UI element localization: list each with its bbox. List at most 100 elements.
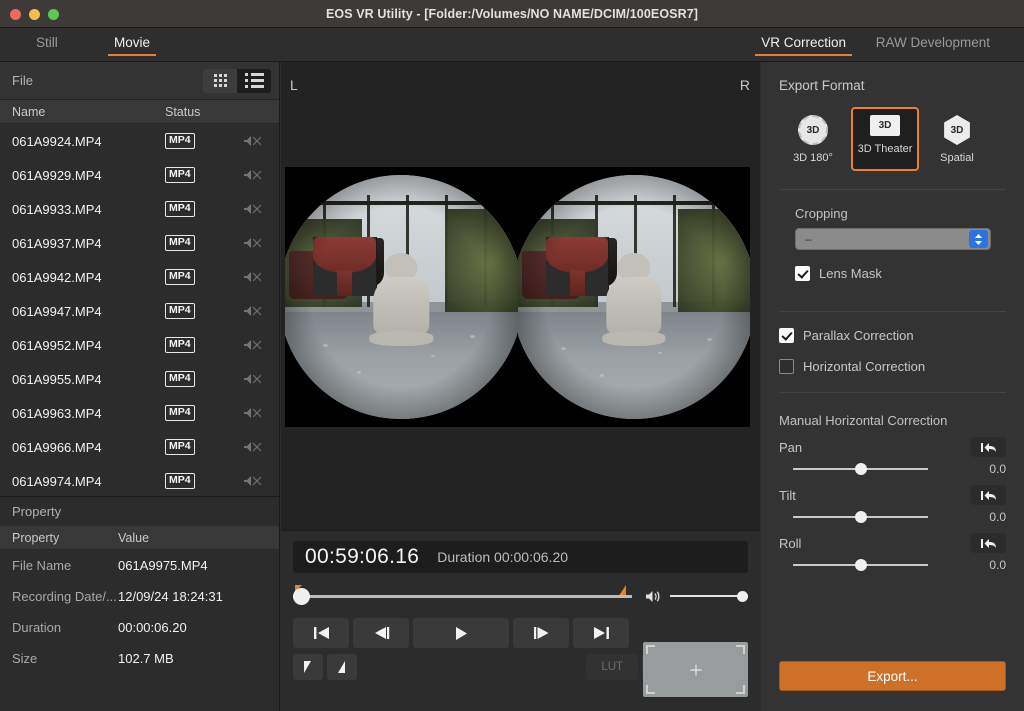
property-value: 102.7 MB <box>118 651 174 666</box>
property-key: Size <box>12 651 38 666</box>
play-button[interactable] <box>413 618 509 648</box>
slider-tilt[interactable]: Tilt 0.0 <box>779 485 1006 524</box>
table-row[interactable]: 061A9924.MP4 MP4 <box>0 124 279 158</box>
cropping-select[interactable]: – <box>795 228 991 250</box>
file-list[interactable]: 061A9924.MP4 MP4 061A9929.MP4 MP4 061A9933.M… <box>0 124 279 496</box>
stepper-icon[interactable] <box>969 230 988 248</box>
slider-roll[interactable]: Roll 0.0 <box>779 533 1006 572</box>
grid-view-button[interactable] <box>203 68 237 93</box>
speaker-icon[interactable] <box>644 589 662 604</box>
table-row[interactable]: 061A9942.MP4 MP4 <box>0 260 279 294</box>
scrub-handle[interactable] <box>293 588 310 605</box>
table-row[interactable]: 061A9937.MP4 MP4 <box>0 226 279 260</box>
tab-raw-development[interactable]: RAW Development <box>870 33 996 54</box>
table-row[interactable]: 061A9966.MP4 MP4 <box>0 430 279 464</box>
lens-mask-checkbox[interactable] <box>795 266 810 281</box>
status-icon-wrap <box>243 270 263 284</box>
table-row[interactable]: 061A9955.MP4 MP4 <box>0 362 279 396</box>
parallax-correction-row[interactable]: Parallax Correction <box>779 328 1006 343</box>
window-controls[interactable] <box>10 9 59 20</box>
stereoscopic-preview[interactable] <box>285 167 750 427</box>
table-row[interactable]: 061A9952.MP4 MP4 <box>0 328 279 362</box>
cropping-label: Cropping <box>795 206 848 221</box>
status-icon <box>244 136 262 146</box>
step-back-button[interactable] <box>353 618 409 648</box>
scrub-bar[interactable] <box>293 585 632 607</box>
divider-3 <box>779 392 1006 393</box>
status-icon-wrap <box>243 134 263 148</box>
navpad-corner-bl <box>646 685 655 694</box>
slider-pan[interactable]: Pan 0.0 <box>779 437 1006 476</box>
column-status: Status <box>165 104 201 119</box>
export-button[interactable]: Export... <box>779 661 1006 691</box>
close-button-icon[interactable] <box>10 9 21 20</box>
file-name: 061A9942.MP4 <box>12 269 102 285</box>
slider-handle[interactable] <box>854 559 867 571</box>
format-option-3d-180[interactable]: 3D 3D 180° <box>779 107 847 171</box>
go-to-end-button[interactable] <box>573 618 629 648</box>
list-icon <box>245 73 264 88</box>
step-forward-button[interactable] <box>513 618 569 648</box>
file-panel-title: File <box>12 73 33 88</box>
tab-still[interactable]: Still <box>30 33 64 54</box>
table-row[interactable]: 061A9974.MP4 MP4 <box>0 464 279 496</box>
slider-handle[interactable] <box>854 463 867 475</box>
view-mode-toggle[interactable] <box>203 68 271 93</box>
slider-track[interactable] <box>793 510 928 524</box>
mark-out-button[interactable] <box>327 654 357 680</box>
horizontal-correction-checkbox[interactable] <box>779 359 794 374</box>
reset-button[interactable] <box>971 485 1006 505</box>
property-value: 12/09/24 18:24:31 <box>118 589 223 604</box>
status-icon-wrap <box>243 236 263 250</box>
format-option-spatial[interactable]: 3D Spatial <box>923 107 991 171</box>
go-to-start-button[interactable] <box>293 618 349 648</box>
file-name: 061A9924.MP4 <box>12 133 102 149</box>
slider-handle[interactable] <box>854 511 867 523</box>
volume-handle[interactable] <box>737 591 748 602</box>
scrub-track[interactable] <box>293 595 632 598</box>
volume-control[interactable] <box>644 589 748 604</box>
table-row[interactable]: 061A9933.MP4 MP4 <box>0 192 279 226</box>
list-view-button[interactable] <box>237 68 271 93</box>
format-option-3d-theater[interactable]: 3D 3D Theater <box>851 107 919 171</box>
status-icon <box>244 272 262 282</box>
right-eye-view <box>517 167 750 427</box>
tab-movie[interactable]: Movie <box>108 33 157 56</box>
table-row[interactable]: 061A9929.MP4 MP4 <box>0 158 279 192</box>
slider-track[interactable] <box>793 462 928 476</box>
preview-area[interactable]: L R <box>281 62 760 530</box>
status-icon-wrap <box>243 474 263 488</box>
property-value: 00:00:06.20 <box>118 620 187 635</box>
navpad-corner-tl <box>646 645 655 654</box>
property-panel-title: Property <box>0 496 279 526</box>
table-row[interactable]: 061A9963.MP4 MP4 <box>0 396 279 430</box>
zoom-button-icon[interactable] <box>48 9 59 20</box>
status-icon <box>244 374 262 384</box>
file-panel-header: File <box>0 62 279 100</box>
hex-3d-icon: 3D <box>944 115 970 145</box>
status-icon <box>244 476 262 486</box>
tab-vr-correction[interactable]: VR Correction <box>755 33 852 56</box>
lut-button[interactable]: LUT <box>586 654 639 680</box>
lens-mask-row[interactable]: Lens Mask <box>795 266 1006 281</box>
minimize-button-icon[interactable] <box>29 9 40 20</box>
reset-button[interactable] <box>971 437 1006 457</box>
horizontal-correction-row[interactable]: Horizontal Correction <box>779 359 1006 374</box>
right-panel: Export Format 3D 3D 180° 3D 3D Theater 3… <box>761 62 1024 711</box>
slider-track[interactable] <box>793 558 928 572</box>
horizontal-correction-label: Horizontal Correction <box>803 359 926 374</box>
property-key: Recording Date/... <box>12 589 117 604</box>
divider-1 <box>779 189 1006 190</box>
top-tab-bar: Still Movie Fisheye View VR Correction R… <box>0 28 1024 77</box>
cropping-value: – <box>805 232 812 246</box>
navigation-pad[interactable] <box>643 642 748 697</box>
status-icon <box>244 442 262 452</box>
file-name: 061A9963.MP4 <box>12 405 102 421</box>
reset-arrow-icon <box>980 538 996 548</box>
volume-slider[interactable] <box>670 589 748 603</box>
table-row[interactable]: 061A9947.MP4 MP4 <box>0 294 279 328</box>
export-format-options[interactable]: 3D 3D 180° 3D 3D Theater 3D Spatial <box>779 107 1006 171</box>
mark-in-button[interactable] <box>293 654 323 680</box>
parallax-correction-checkbox[interactable] <box>779 328 794 343</box>
reset-button[interactable] <box>971 533 1006 553</box>
